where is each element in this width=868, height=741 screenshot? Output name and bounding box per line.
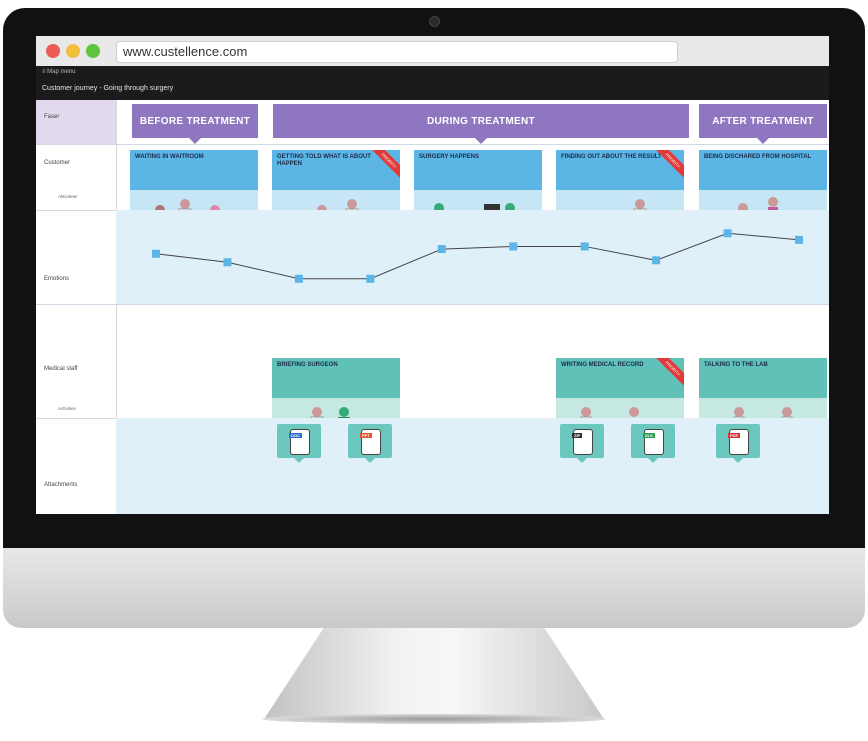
- row-divider: [36, 304, 829, 305]
- monitor-base: [262, 714, 606, 724]
- emotion-point[interactable]: [509, 242, 518, 251]
- monitor-chin: [3, 548, 865, 628]
- row-label-faser: Faser: [44, 114, 60, 120]
- zip-file-icon: ZIP: [572, 429, 593, 455]
- emotion-line: [155, 232, 800, 280]
- emotion-point[interactable]: [723, 229, 732, 238]
- row-sublabel-customer: Aktiviteter: [58, 194, 78, 199]
- emotion-point[interactable]: [152, 249, 160, 258]
- card-title: WAITING IN WAITROOM: [130, 150, 258, 190]
- emotion-point[interactable]: [580, 242, 589, 251]
- card-title: SURGERY HAPPENS: [414, 150, 542, 190]
- address-bar[interactable]: www.custellence.com: [116, 41, 678, 63]
- browser-toolbar: www.custellence.com: [36, 36, 829, 67]
- row-sublabel-medical: Activities: [58, 406, 76, 411]
- emotion-point[interactable]: [795, 235, 803, 244]
- emotion-point[interactable]: [366, 274, 375, 283]
- priority-ribbon: PRIORITY: [654, 150, 684, 180]
- screen: www.custellence.com ≡ Map menu Customer …: [36, 36, 829, 514]
- priority-ribbon: PRIORITY: [654, 358, 684, 388]
- attachment-pdf[interactable]: PDF: [716, 424, 760, 463]
- monitor-stand: [264, 628, 604, 718]
- attachment-ppt[interactable]: PPT: [348, 424, 392, 463]
- row-label-attachments: Attachments: [44, 482, 78, 488]
- zoom-window-button[interactable]: [86, 44, 100, 58]
- ppt-file-icon: PPT: [360, 429, 381, 455]
- card-title: TALKING TO THE LAB: [699, 358, 827, 398]
- camera-icon: [429, 16, 440, 27]
- phase-before-treatment[interactable]: BEFORE TREATMENT: [132, 104, 258, 144]
- emotion-point[interactable]: [437, 245, 446, 254]
- pdf-file-icon: PDF: [728, 429, 749, 455]
- row-divider: [36, 144, 829, 145]
- attachment-zip[interactable]: ZIP: [560, 424, 604, 463]
- emotion-point[interactable]: [652, 256, 661, 265]
- xls-file-icon: XLS: [643, 429, 664, 455]
- row-label-emotions: Emotions: [44, 276, 70, 282]
- emotions-track: [116, 210, 829, 304]
- app-header: ≡ Map menu Customer journey - Going thro…: [36, 66, 829, 100]
- emotion-point[interactable]: [294, 274, 303, 283]
- phase-during-treatment[interactable]: DURING TREATMENT: [273, 104, 689, 144]
- row-label-medical-staff: Medical staff: [44, 366, 78, 372]
- emotion-point[interactable]: [223, 258, 232, 267]
- priority-ribbon: PRIORITY: [370, 150, 400, 180]
- map-menu-button[interactable]: ≡ Map menu: [42, 69, 76, 75]
- minimize-window-button[interactable]: [66, 44, 80, 58]
- attachment-doc[interactable]: DOC: [277, 424, 321, 463]
- doc-file-icon: DOC: [289, 429, 310, 455]
- journey-title: Customer journey - Going through surgery: [42, 85, 174, 92]
- row-label-column: Faser Customer Aktiviteter Emotions Medi…: [36, 100, 117, 514]
- attachment-xls[interactable]: XLS: [631, 424, 675, 463]
- faser-label-cell: [36, 100, 116, 144]
- emotion-curve: [152, 229, 803, 283]
- phase-after-treatment[interactable]: AFTER TREATMENT: [699, 104, 827, 144]
- card-title: BEING DISCHARED FROM HOSPITAL: [699, 150, 827, 190]
- monitor: www.custellence.com ≡ Map menu Customer …: [0, 0, 868, 724]
- close-window-button[interactable]: [46, 44, 60, 58]
- journey-map: Faser Customer Aktiviteter Emotions Medi…: [36, 100, 829, 514]
- card-title: BRIEFING SURGEON: [272, 358, 400, 398]
- row-label-customer: Customer: [44, 160, 71, 166]
